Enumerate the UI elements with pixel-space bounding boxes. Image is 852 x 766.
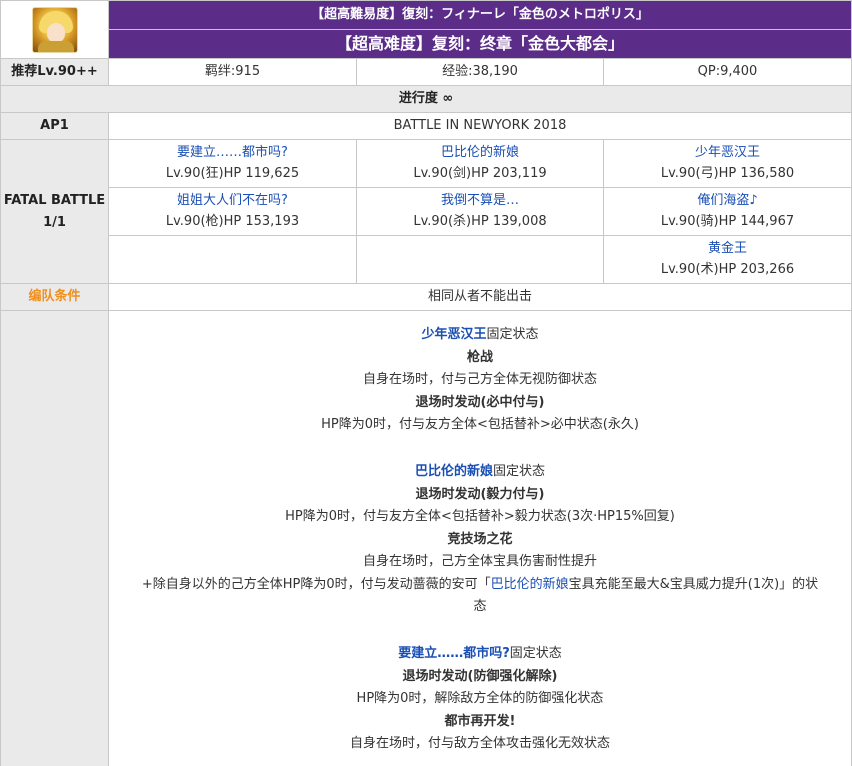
empty-enemy-cell [356, 235, 604, 284]
skills-cell: 少年恶汉王固定状态 枪战 自身在场时，付与己方全体无视防御状态 退场时发动(必中… [108, 310, 852, 766]
skill-name: 枪战 [466, 349, 493, 365]
enemy-name-link[interactable]: 俺们海盗♪ [606, 191, 849, 211]
title-jp-cell: 【超高難易度】復刻：フィナーレ「金色のメトロポリス」 [108, 0, 852, 30]
quest-header-row: 【超高難易度】復刻：フィナーレ「金色のメトロポリス」 [0, 0, 852, 59]
fatal-battle-count: 1/1 [43, 214, 66, 230]
skill-desc-part: +除自身以外的己方全体HP降为0时，付与发动蔷薇的安可「 [141, 576, 491, 592]
recommend-level: 推荐Lv.90++ [0, 58, 109, 86]
enemy-stats: Lv.90(杀)HP 139,008 [413, 213, 547, 229]
skill-block-title: 要建立……都市吗?固定状态 [113, 643, 847, 666]
skill-desc: 自身在场时，己方全体宝具伤害耐性提升 [362, 554, 597, 570]
enemy-row-3: 黄金王 Lv.90(术)HP 203,266 [1, 235, 852, 284]
formation-label: 编队条件 [0, 283, 109, 311]
enemy-stats: Lv.90(弓)HP 136,580 [660, 165, 795, 181]
battle-name: BATTLE IN NEWYORK 2018 [108, 112, 852, 140]
skill-desc: HP降为0时，付与友方全体<包括替补>必中状态(永久) [321, 417, 639, 433]
portrait-cell [0, 0, 109, 59]
skill-block-title: 巴比伦的新娘固定状态 [113, 461, 847, 484]
enemy-name-link[interactable]: 我倒不算是… [359, 191, 601, 211]
skill-name: 退场时发动(毅力付与) [415, 486, 545, 502]
skill-servant-link[interactable]: 巴比伦的新娘 [415, 464, 493, 479]
quest-page: 【超高難易度】復刻：フィナーレ「金色のメトロポリス」 【超高难度】复刻：终章「金… [0, 0, 852, 766]
qp-value: QP:9,400 [603, 58, 852, 86]
enemy-name-link[interactable]: 姐姐大人们不在吗? [111, 191, 354, 211]
skill-servant-link[interactable]: 巴比伦的新娘 [491, 577, 569, 592]
enemy-stats: Lv.90(术)HP 203,266 [660, 261, 795, 277]
skill-desc-part: 宝具充能至最大&宝具威力提升(1次)」的状 [568, 576, 819, 592]
skill-servant-link[interactable]: 要建立……都市吗? [398, 646, 510, 661]
progress-label: 进行度 ∞ [0, 85, 852, 113]
exp-value: 经验:38,190 [356, 58, 604, 86]
enemy-row-2: 姐姐大人们不在吗? Lv.90(枪)HP 153,193 我倒不算是… Lv.9… [1, 187, 852, 236]
enemy-name-link[interactable]: 要建立……都市吗? [111, 143, 354, 163]
formation-value: 相同从者不能出击 [108, 283, 852, 311]
progress-row: 进行度 ∞ [0, 85, 852, 113]
skill-desc: 态 [473, 599, 487, 615]
skill-title-suffix: 固定状态 [509, 646, 562, 662]
enemy-cell: 我倒不算是… Lv.90(杀)HP 139,008 [356, 187, 604, 236]
fatal-battle-label: FATAL BATTLE [3, 192, 106, 208]
skills-label-cell [0, 310, 109, 766]
enemy-stats: Lv.90(狂)HP 119,625 [165, 165, 300, 181]
enemy-row-1: FATAL BATTLE 1/1 要建立……都市吗? Lv.90(狂)HP 11… [0, 139, 852, 284]
skill-title-suffix: 固定状态 [486, 326, 539, 342]
skills-row: 少年恶汉王固定状态 枪战 自身在场时，付与己方全体无视防御状态 退场时发动(必中… [0, 310, 852, 766]
enemy-cell: 俺们海盗♪ Lv.90(骑)HP 144,967 [603, 187, 852, 236]
skill-block-title: 少年恶汉王固定状态 [113, 324, 847, 347]
reward-row: 推荐Lv.90++ 羁绊:915 经验:38,190 QP:9,400 [0, 58, 852, 86]
enemy-cell: 黄金王 Lv.90(术)HP 203,266 [603, 235, 852, 284]
ap-row: AP1 BATTLE IN NEWYORK 2018 [0, 112, 852, 140]
quest-table: 【超高難易度】復刻：フィナーレ「金色のメトロポリス」 【超高难度】复刻：终章「金… [0, 0, 852, 766]
enemy-cell: 要建立……都市吗? Lv.90(狂)HP 119,625 [108, 139, 357, 188]
skill-desc: 自身在场时，付与敌方全体攻击强化无效状态 [349, 736, 610, 752]
empty-enemy-cell [108, 235, 357, 284]
skill-name: 竞技场之花 [447, 531, 513, 547]
ap-label: AP1 [0, 112, 109, 140]
enemy-name-link[interactable]: 少年恶汉王 [606, 143, 849, 163]
quest-title-cn: 【超高难度】复刻：终章「金色大都会」 [335, 33, 624, 53]
bond-value: 羁绊:915 [108, 58, 357, 86]
skill-title-suffix: 固定状态 [493, 463, 546, 479]
skill-name: 都市再开发! [444, 713, 516, 729]
skill-desc: 自身在场时，付与己方全体无视防御状态 [362, 372, 597, 388]
quest-title-jp: 【超高難易度】復刻：フィナーレ「金色のメトロポリス」 [311, 7, 649, 22]
gilgamesh-portrait-icon [31, 6, 78, 53]
skill-name: 退场时发动(防御强化解除) [402, 668, 558, 684]
fatal-battle-cell: FATAL BATTLE 1/1 [0, 139, 109, 284]
skill-desc: HP降为0时，付与友方全体<包括替补>毅力状态(3次·HP15%回复) [285, 509, 675, 525]
skill-desc: +除自身以外的己方全体HP降为0时，付与发动蔷薇的安可「巴比伦的新娘宝具充能至最… [113, 574, 847, 597]
enemy-stats: Lv.90(枪)HP 153,193 [165, 213, 300, 229]
skill-servant-link[interactable]: 少年恶汉王 [421, 327, 486, 342]
formation-row: 编队条件 相同从者不能出击 [0, 283, 852, 311]
enemy-stats: Lv.90(剑)HP 203,119 [413, 165, 547, 181]
skill-name: 退场时发动(必中付与) [415, 394, 545, 410]
enemy-name-link[interactable]: 巴比伦的新娘 [359, 143, 601, 163]
enemy-cell: 姐姐大人们不在吗? Lv.90(枪)HP 153,193 [108, 187, 357, 236]
enemy-stats: Lv.90(骑)HP 144,967 [660, 213, 795, 229]
title-cn-cell: 【超高难度】复刻：终章「金色大都会」 [108, 29, 852, 59]
enemy-cell: 巴比伦的新娘 Lv.90(剑)HP 203,119 [356, 139, 604, 188]
skill-desc: HP降为0时，解除敌方全体的防御强化状态 [356, 691, 604, 707]
enemy-cell: 少年恶汉王 Lv.90(弓)HP 136,580 [603, 139, 852, 188]
enemy-name-link[interactable]: 黄金王 [606, 239, 849, 259]
